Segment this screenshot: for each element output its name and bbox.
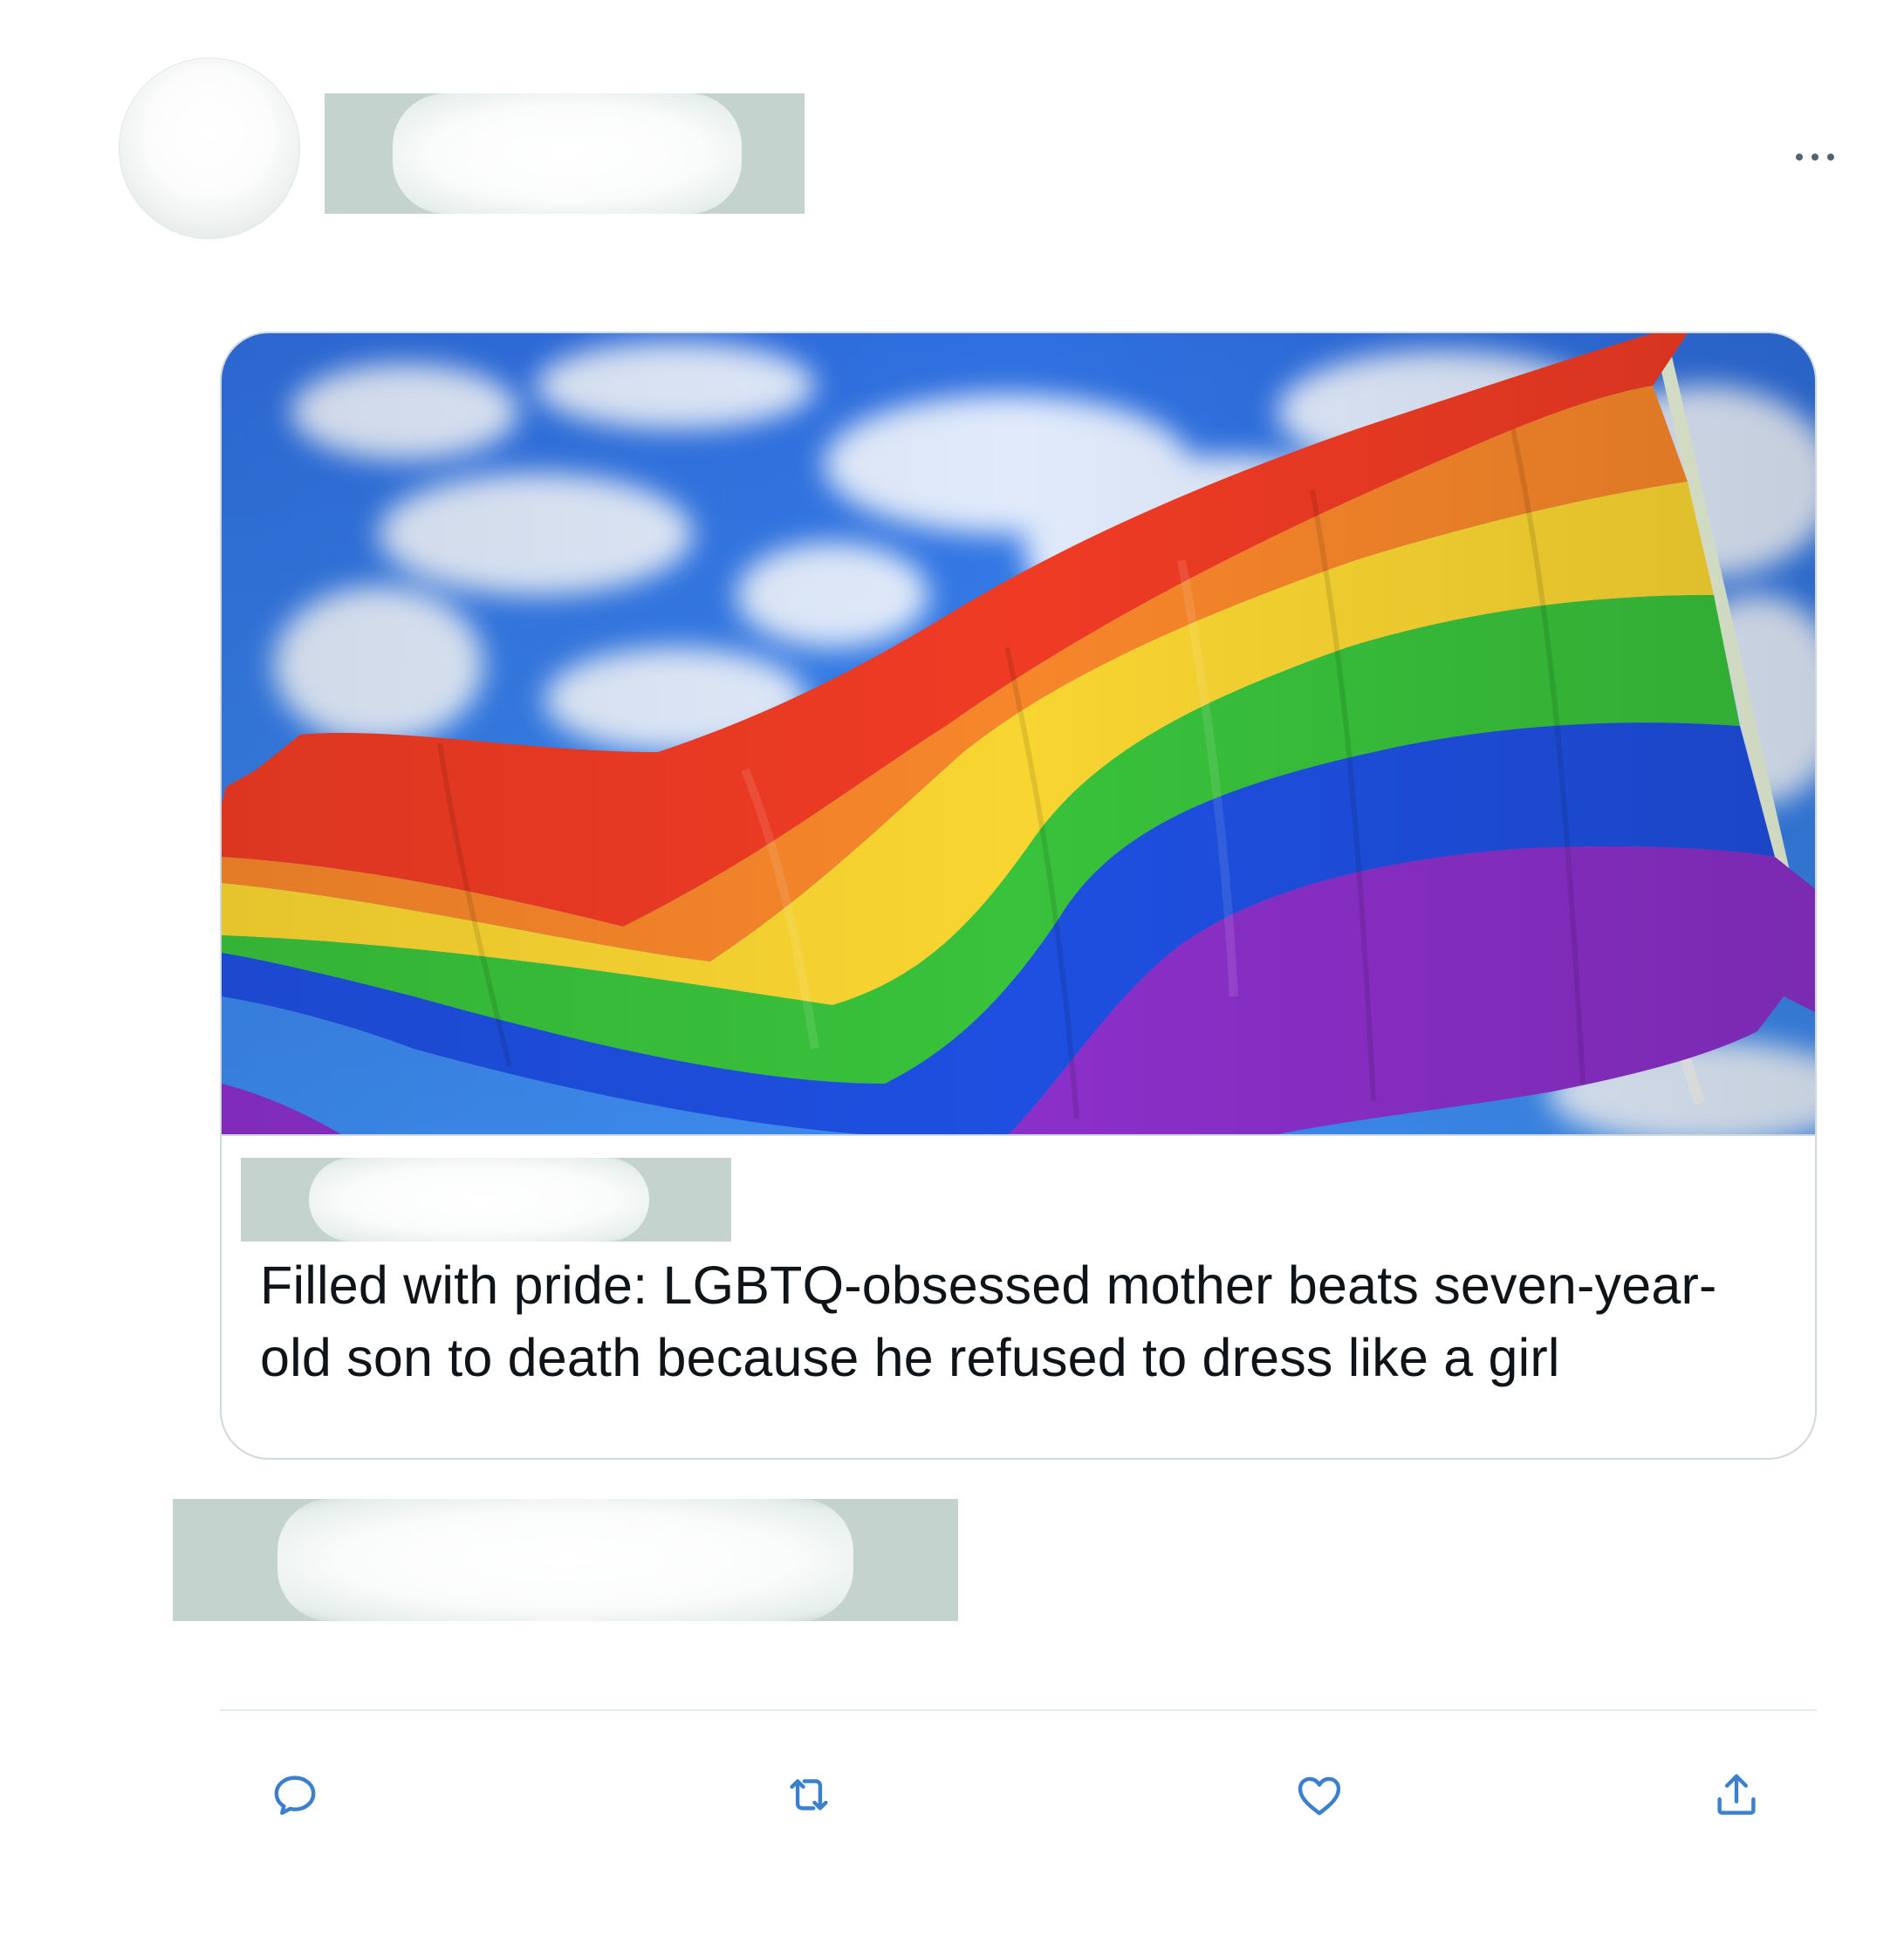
pride-flag-image: [222, 333, 1815, 1134]
link-card-title: Filled with pride: LGBTQ-obsessed mother…: [260, 1256, 1717, 1387]
share-icon: [1717, 1774, 1756, 1815]
more-options-button[interactable]: [1780, 140, 1850, 174]
retweet-icon: [790, 1779, 828, 1810]
like-button[interactable]: [1289, 1764, 1350, 1825]
tweet-meta-redacted: [173, 1499, 958, 1621]
retweet-button[interactable]: [778, 1764, 839, 1825]
author-avatar[interactable]: [119, 58, 300, 239]
author-name-redacted[interactable]: [325, 93, 805, 214]
heart-icon: [1298, 1776, 1341, 1816]
link-card-domain-redacted: [241, 1158, 731, 1242]
action-bar-divider: [220, 1709, 1817, 1711]
share-button[interactable]: [1706, 1764, 1767, 1825]
more-horizontal-icon: [1796, 154, 1803, 161]
link-card-image: [222, 333, 1815, 1136]
link-card[interactable]: Filled with pride: LGBTQ-obsessed mother…: [220, 332, 1817, 1460]
reply-button[interactable]: [264, 1764, 325, 1825]
reply-icon: [274, 1776, 316, 1816]
